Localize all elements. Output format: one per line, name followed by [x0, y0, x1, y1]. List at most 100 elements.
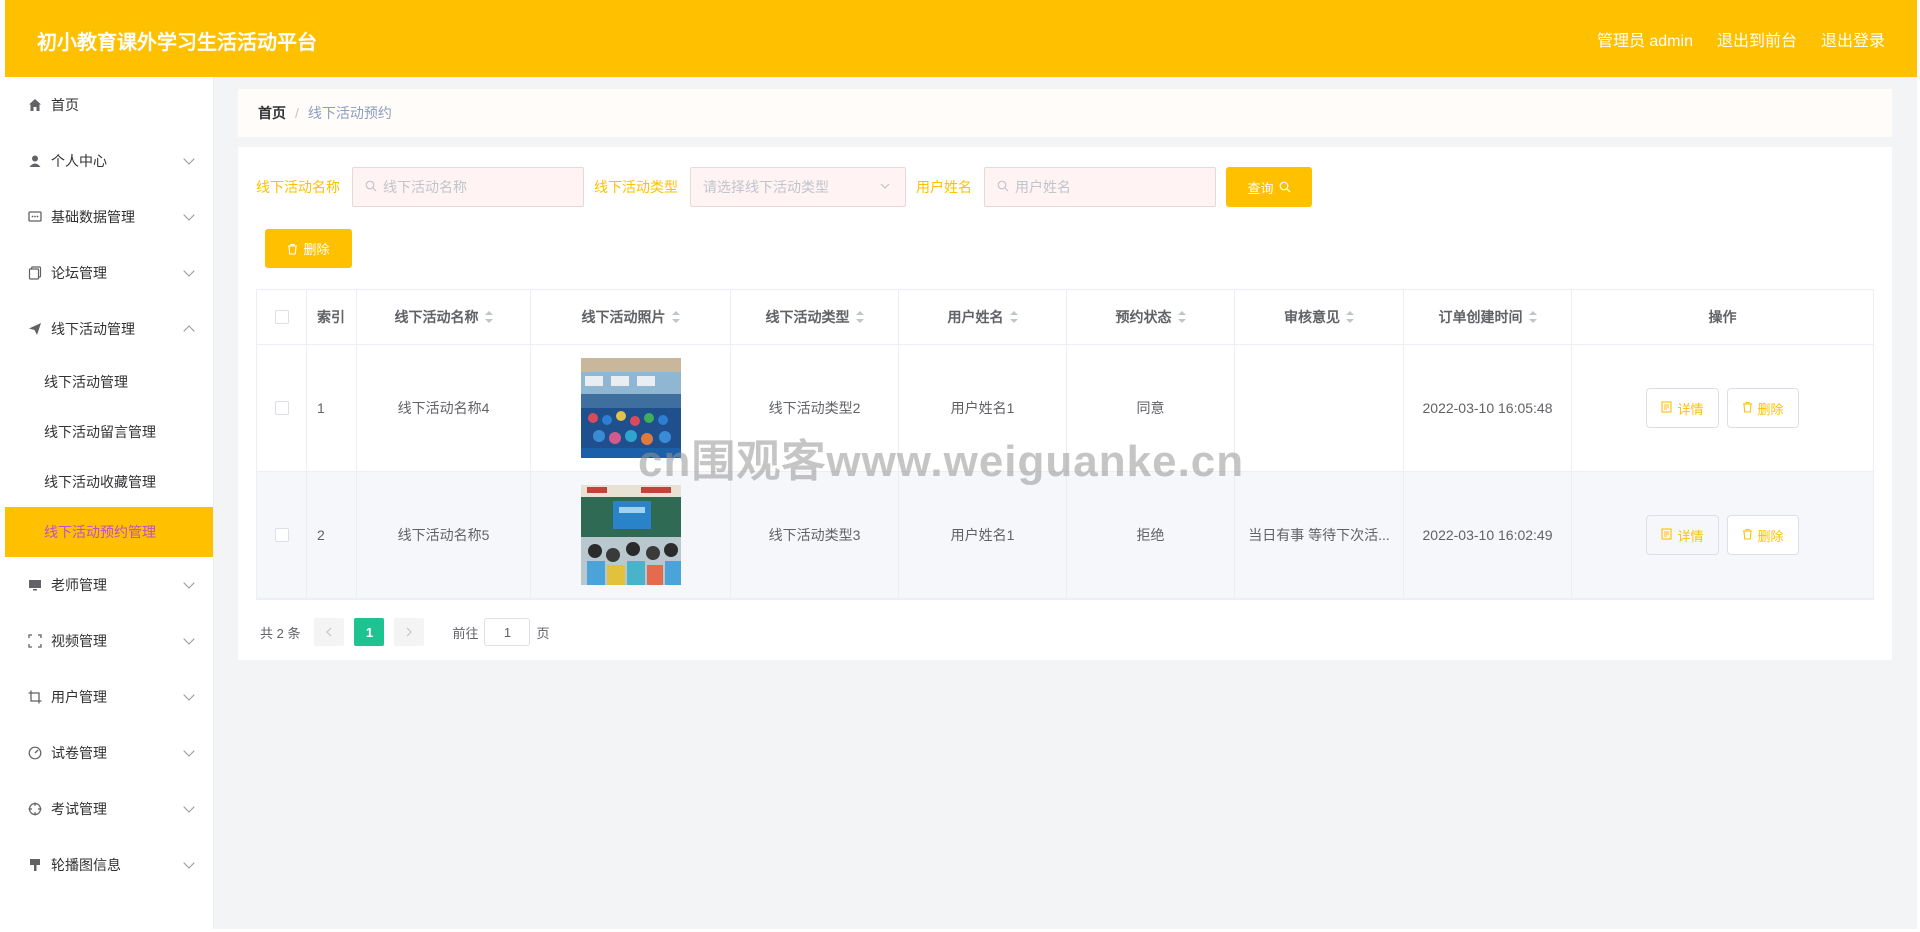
sidebar-subitem-activity-reservations[interactable]: 线下活动预约管理: [5, 507, 213, 557]
header-index: 索引: [307, 290, 357, 344]
row-activity-type: 线下活动类型3: [731, 472, 899, 598]
row-checkbox[interactable]: [274, 401, 289, 415]
sidebar-subitem-activity-comments[interactable]: 线下活动留言管理: [5, 407, 213, 457]
table-header: 索引 线下活动名称 线下活动照片 线下活动类型 用户姓名 预约状态 审核意见 订…: [257, 290, 1873, 345]
row-checkbox[interactable]: [274, 528, 289, 542]
select-all-checkbox[interactable]: [274, 310, 289, 324]
sidebar-item-exams[interactable]: 考试管理: [5, 781, 213, 837]
user-icon: [27, 153, 43, 169]
activity-type-label: 线下活动类型: [594, 179, 678, 195]
sort-icon[interactable]: [1009, 311, 1018, 323]
watermark-text: cn围观客www.weiguanke.cn: [638, 437, 1245, 486]
delete-label: 删除: [1757, 528, 1784, 544]
chevron-down-icon: [183, 265, 195, 277]
row-index: 1: [307, 345, 357, 471]
detail-label: 详情: [1677, 401, 1704, 417]
header-activity-name[interactable]: 线下活动名称: [357, 290, 531, 344]
row-activity-photo: [531, 472, 731, 598]
delete-button[interactable]: 删除: [1726, 515, 1799, 555]
header-created-time[interactable]: 订单创建时间: [1404, 290, 1572, 344]
page-number-current[interactable]: 1: [354, 618, 385, 646]
detail-button[interactable]: 详情: [1646, 515, 1719, 555]
header-label: 订单创建时间: [1438, 309, 1523, 325]
sidebar-item-profile[interactable]: 个人中心: [5, 133, 213, 189]
row-index: 2: [307, 472, 357, 598]
message-icon: [27, 209, 43, 225]
row-select[interactable]: [257, 345, 307, 471]
breadcrumb-separator: /: [295, 105, 299, 121]
back-to-front-link[interactable]: 退出到前台: [1717, 27, 1797, 51]
logout-link[interactable]: 退出登录: [1821, 27, 1885, 51]
prev-page-button[interactable]: [314, 618, 345, 646]
header-select-all[interactable]: [257, 290, 307, 344]
next-page-button[interactable]: [394, 618, 425, 646]
sidebar-item-teachers[interactable]: 老师管理: [5, 557, 213, 613]
monitor-icon: [27, 577, 43, 593]
goto-page-input[interactable]: 1: [484, 618, 531, 646]
sort-icon[interactable]: [855, 311, 864, 323]
header-actions: 管理员 admin 退出到前台 退出登录: [1597, 27, 1885, 51]
sidebar-item-banners[interactable]: 轮播图信息: [5, 837, 213, 893]
batch-delete-button[interactable]: 删除: [265, 229, 352, 268]
sidebar-item-papers[interactable]: 试卷管理: [5, 725, 213, 781]
sidebar-subitem-activity-favorites[interactable]: 线下活动收藏管理: [5, 457, 213, 507]
sort-icon[interactable]: [671, 311, 680, 323]
gauge-icon: [27, 745, 43, 761]
sidebar: 首页 个人中心 基础数据管理 论坛管理 线下活动管理 线下活动管理 线下活动留言…: [5, 77, 214, 929]
chevron-down-icon: [183, 801, 195, 813]
document-icon: [1661, 400, 1673, 416]
content-panel: 线下活动名称 线下活动名称 线下活动类型 请选择线下活动类型 用户姓名 用户姓名: [238, 147, 1892, 660]
delete-label: 删除: [1757, 401, 1784, 417]
user-name-label: 用户姓名: [916, 179, 972, 195]
sort-icon[interactable]: [484, 311, 493, 323]
header-activity-type[interactable]: 线下活动类型: [731, 290, 899, 344]
row-reservation-status: 拒绝: [1067, 472, 1235, 598]
activity-type-select[interactable]: 请选择线下活动类型: [690, 167, 906, 207]
sidebar-item-home[interactable]: 首页: [5, 77, 213, 133]
sidebar-item-basic-data[interactable]: 基础数据管理: [5, 189, 213, 245]
chevron-left-icon: [326, 627, 332, 637]
trash-icon: [1742, 401, 1753, 416]
row-activity-name: 线下活动名称4: [357, 345, 531, 471]
breadcrumb-home[interactable]: 首页: [258, 103, 286, 123]
header-review-opinion[interactable]: 审核意见: [1235, 290, 1404, 344]
main-content: 首页 / 线下活动预约 线下活动名称 线下活动名称 线下活动类型 请选择线下活动…: [214, 77, 1917, 929]
breadcrumb-current: 线下活动预约: [307, 105, 392, 121]
header-reservation-status[interactable]: 预约状态: [1067, 290, 1235, 344]
row-actions: 详情 删除: [1572, 472, 1873, 598]
sort-icon[interactable]: [1528, 311, 1537, 323]
activity-name-input[interactable]: 线下活动名称: [352, 167, 584, 207]
sidebar-item-offline-activity[interactable]: 线下活动管理: [5, 301, 213, 357]
delete-button[interactable]: 删除: [1726, 388, 1799, 428]
sidebar-item-forum[interactable]: 论坛管理: [5, 245, 213, 301]
row-review-opinion: [1235, 345, 1404, 471]
sidebar-item-label: 首页: [51, 97, 79, 113]
sidebar-subitem-activity[interactable]: 线下活动管理: [5, 357, 213, 407]
user-name-input[interactable]: 用户姓名: [984, 167, 1216, 207]
trash-icon: [287, 243, 298, 255]
sidebar-item-label: 老师管理: [51, 577, 107, 593]
row-select[interactable]: [257, 472, 307, 598]
sidebar-item-users[interactable]: 用户管理: [5, 669, 213, 725]
sidebar-item-label: 个人中心: [51, 153, 107, 169]
query-button-label: 查询: [1247, 180, 1274, 196]
header-activity-photo[interactable]: 线下活动照片: [531, 290, 731, 344]
copy-icon: [27, 265, 43, 281]
search-form: 线下活动名称 线下活动名称 线下活动类型 请选择线下活动类型 用户姓名 用户姓名: [256, 167, 1312, 207]
search-icon: [997, 180, 1009, 195]
chevron-down-icon: [183, 209, 195, 221]
sort-icon[interactable]: [1177, 311, 1186, 323]
chevron-down-icon: [183, 153, 195, 165]
activity-photo-image[interactable]: [580, 485, 681, 585]
document-icon: [1661, 527, 1673, 543]
header-label: 线下活动名称: [394, 309, 479, 325]
activity-name-label: 线下活动名称: [256, 179, 340, 195]
activity-name-placeholder: 线下活动名称: [383, 179, 467, 195]
chevron-down-icon: [183, 857, 195, 869]
detail-button[interactable]: 详情: [1646, 388, 1719, 428]
sort-icon[interactable]: [1346, 311, 1354, 323]
sidebar-item-videos[interactable]: 视频管理: [5, 613, 213, 669]
query-button[interactable]: 查询: [1226, 167, 1312, 207]
header-user-name[interactable]: 用户姓名: [899, 290, 1067, 344]
fullscreen-icon: [27, 633, 43, 649]
